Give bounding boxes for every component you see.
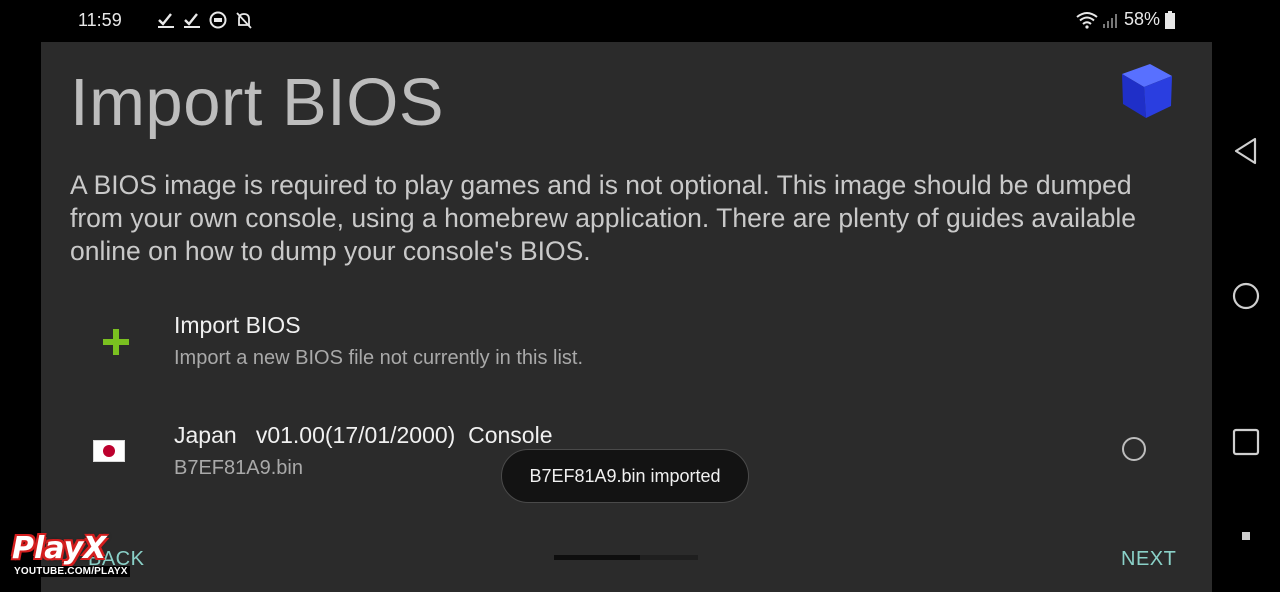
- signal-icon: [1102, 13, 1117, 28]
- page-description: A BIOS image is required to play games a…: [70, 170, 1137, 266]
- progress-bar: [554, 555, 698, 560]
- keyboard-hint-icon: [1242, 532, 1250, 540]
- check-download-icon: [158, 13, 174, 28]
- bios-entry-title: Japan v01.00(17/01/2000) Console: [174, 422, 553, 448]
- status-bar: 11:59 58%: [0, 0, 1280, 42]
- playx-logo-url: YOUTUBE.COM/PLAYX: [12, 566, 130, 577]
- sync-icon: [209, 11, 227, 29]
- cube-icon: [1122, 64, 1172, 118]
- next-button[interactable]: NEXT: [1121, 548, 1176, 571]
- check-download-icon: [184, 13, 200, 28]
- clock: 11:59: [78, 10, 122, 30]
- page-title: Import BIOS: [70, 65, 445, 140]
- back-nav-icon[interactable]: [1232, 137, 1260, 165]
- home-nav-icon[interactable]: [1232, 282, 1260, 310]
- bios-entry-japan[interactable]: Japan v01.00(17/01/2000) Console B7EF81A…: [41, 304, 1212, 479]
- battery-icon: [1165, 10, 1175, 29]
- system-icons: 58%: [1076, 9, 1176, 30]
- notifications-off-icon: [236, 12, 252, 29]
- battery-percent: 58%: [1123, 9, 1160, 29]
- progress-fill: [554, 555, 641, 560]
- setup-panel: Import BIOS A BIOS image is required to …: [41, 42, 1212, 592]
- bios-entry-filename: B7EF81A9.bin: [174, 457, 303, 479]
- playx-logo-text: PlayX: [12, 531, 107, 566]
- notification-icons: [156, 10, 254, 30]
- wifi-icon: [1076, 11, 1098, 29]
- bios-select-radio[interactable]: [1122, 437, 1146, 461]
- navigation-bar: [1212, 42, 1280, 592]
- japan-flag-icon: [93, 440, 125, 462]
- recents-nav-icon[interactable]: [1232, 428, 1260, 456]
- toast-message: B7EF81A9.bin imported: [501, 449, 749, 503]
